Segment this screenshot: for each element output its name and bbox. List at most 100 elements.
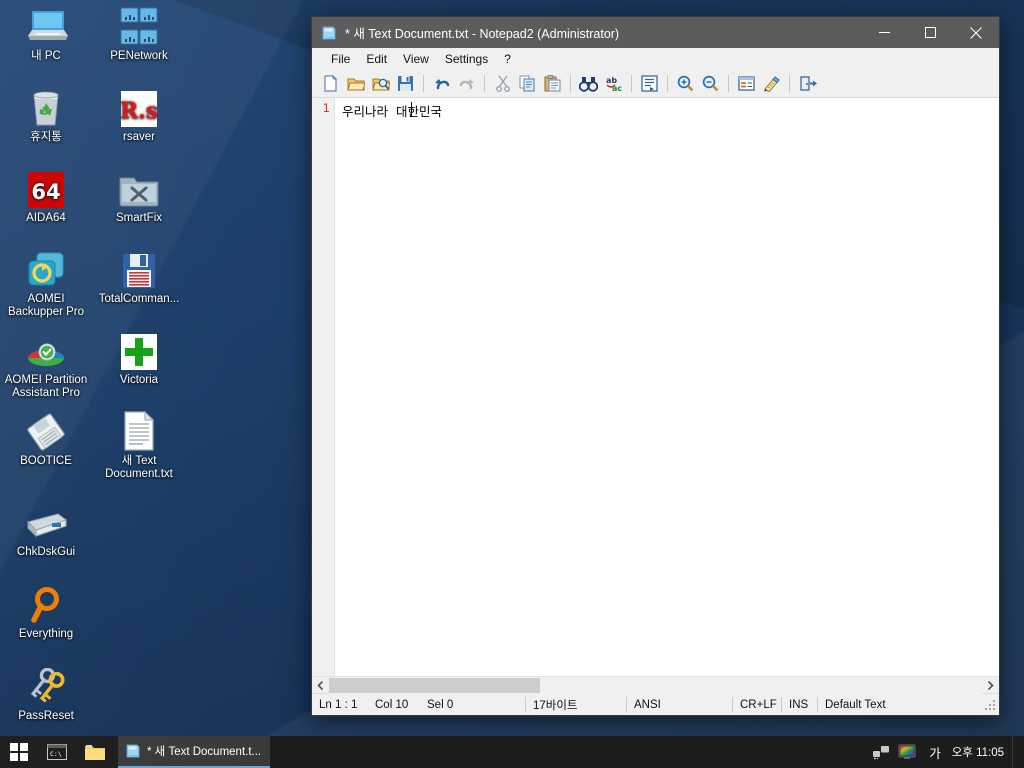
svg-text:R.s: R.s bbox=[121, 98, 157, 124]
toolbar-separator bbox=[728, 75, 729, 92]
desktop-icon-label: TotalComman... bbox=[93, 293, 185, 306]
undo-icon[interactable] bbox=[429, 72, 454, 96]
zoom-in-icon[interactable] bbox=[673, 72, 698, 96]
line-number-gutter: 1 bbox=[312, 98, 335, 676]
maximize-button[interactable] bbox=[907, 17, 953, 48]
scrollbar-thumb[interactable] bbox=[329, 678, 540, 693]
taskbar-item-label: * 새 Text Document.t... bbox=[147, 743, 261, 759]
status-column: Col 10 bbox=[368, 694, 420, 715]
editor-area[interactable]: 1 우리나라 대한민국 bbox=[312, 98, 999, 676]
desktop-icon-aida64[interactable]: 64 AIDA64 bbox=[0, 166, 92, 225]
floppy-disk-icon bbox=[115, 247, 163, 289]
copy-icon[interactable] bbox=[515, 72, 540, 96]
minimize-button[interactable] bbox=[861, 17, 907, 48]
status-encoding[interactable]: ANSI bbox=[627, 694, 732, 715]
taskbar[interactable]: C:\ * 새 Text Document.t... bbox=[0, 736, 1024, 768]
status-selection: Sel 0 bbox=[420, 694, 525, 715]
desktop-icon-label: SmartFix bbox=[93, 212, 185, 225]
taskbar-item-notepad2[interactable]: * 새 Text Document.t... bbox=[118, 736, 270, 768]
scrollbar-track[interactable] bbox=[329, 677, 982, 694]
block-indent-icon[interactable] bbox=[637, 72, 662, 96]
aida64-icon: 64 bbox=[22, 166, 70, 208]
menu-help[interactable]: ? bbox=[496, 50, 519, 68]
desktop-icon-label: BOOTICE bbox=[0, 455, 92, 468]
close-button[interactable] bbox=[953, 17, 999, 48]
desktop-icon-total-commander[interactable]: TotalComman... bbox=[93, 247, 185, 306]
desktop[interactable]: 내 PC bbox=[0, 0, 1024, 768]
network-nodes-icon bbox=[115, 4, 163, 46]
desktop-icon-recycle-bin[interactable]: 휴지통 bbox=[0, 85, 92, 144]
aomei-backupper-icon bbox=[22, 247, 70, 289]
status-line-endings[interactable]: CR+LF bbox=[733, 694, 781, 715]
system-tray[interactable]: 가 오후 11:05 bbox=[868, 736, 1024, 768]
desktop-icon-label: rsaver bbox=[93, 131, 185, 144]
ime-indicator[interactable]: 가 bbox=[920, 743, 950, 762]
save-icon[interactable] bbox=[393, 72, 418, 96]
recycle-bin-icon bbox=[22, 85, 70, 127]
desktop-icon-everything[interactable]: Everything bbox=[0, 582, 92, 641]
toolbar[interactable]: abac bbox=[312, 70, 999, 98]
menu-file[interactable]: File bbox=[323, 50, 358, 68]
command-prompt-icon[interactable]: C:\ bbox=[38, 736, 76, 768]
rsaver-icon: R.s bbox=[115, 85, 163, 127]
desktop-icon-aomei-partition[interactable]: AOMEI Partition Assistant Pro bbox=[0, 328, 92, 400]
cut-scissors-icon[interactable] bbox=[490, 72, 515, 96]
desktop-icon-label: AOMEI Partition Assistant Pro bbox=[0, 374, 92, 400]
start-button[interactable] bbox=[0, 736, 38, 768]
new-file-icon[interactable] bbox=[318, 72, 343, 96]
orange-magnifier-icon bbox=[22, 582, 70, 624]
editor-text[interactable]: 우리나라 대한민국 bbox=[342, 101, 442, 120]
display-color-icon[interactable] bbox=[894, 736, 920, 768]
open-folder-icon[interactable] bbox=[343, 72, 368, 96]
desktop-icon-chkdskgui[interactable]: ChkDskGui bbox=[0, 500, 92, 559]
desktop-icon-label: AOMEI Backupper Pro bbox=[0, 293, 92, 319]
show-desktop-button[interactable] bbox=[1012, 736, 1018, 768]
bootice-diamond-icon bbox=[22, 409, 70, 451]
window-titlebar[interactable]: * 새 Text Document.txt - Notepad2 (Admini… bbox=[312, 17, 999, 48]
chkdsk-drive-icon bbox=[22, 500, 70, 542]
desktop-icon-rsaver[interactable]: R.s rsaver bbox=[93, 85, 185, 144]
find-binoculars-icon[interactable] bbox=[576, 72, 601, 96]
desktop-icon-my-pc[interactable]: 내 PC bbox=[0, 4, 92, 63]
desktop-icon-new-text-document[interactable]: 새 Text Document.txt bbox=[93, 409, 185, 481]
desktop-icon-smartfix[interactable]: SmartFix bbox=[93, 166, 185, 225]
toolbar-separator bbox=[667, 75, 668, 92]
zoom-out-icon[interactable] bbox=[698, 72, 723, 96]
desktop-icon-victoria[interactable]: Victoria bbox=[93, 328, 185, 387]
menu-edit[interactable]: Edit bbox=[358, 50, 395, 68]
paste-icon[interactable] bbox=[540, 72, 565, 96]
desktop-icon-bootice[interactable]: BOOTICE bbox=[0, 409, 92, 468]
scheme-window-icon[interactable] bbox=[734, 72, 759, 96]
toolbar-separator bbox=[789, 75, 790, 92]
desktop-icon-passreset[interactable]: PassReset bbox=[0, 664, 92, 723]
desktop-icon-aomei-backupper[interactable]: AOMEI Backupper Pro bbox=[0, 247, 92, 319]
replace-abc-icon[interactable]: abac bbox=[601, 72, 626, 96]
keys-icon bbox=[22, 664, 70, 706]
browse-file-icon[interactable] bbox=[368, 72, 393, 96]
menu-view[interactable]: View bbox=[395, 50, 437, 68]
notepad2-window[interactable]: * 새 Text Document.txt - Notepad2 (Admini… bbox=[311, 16, 1000, 716]
menubar[interactable]: File Edit View Settings ? bbox=[312, 48, 999, 70]
desktop-icon-penetwork[interactable]: PENetwork bbox=[93, 4, 185, 63]
horizontal-scrollbar[interactable] bbox=[312, 676, 999, 693]
status-scheme[interactable]: Default Text bbox=[818, 694, 983, 715]
menu-settings[interactable]: Settings bbox=[437, 50, 496, 68]
scroll-right-arrow[interactable] bbox=[982, 677, 999, 694]
toolbar-separator bbox=[484, 75, 485, 92]
status-insert-mode[interactable]: INS bbox=[782, 694, 817, 715]
network-icon[interactable] bbox=[868, 736, 894, 768]
desktop-icon-label: PassReset bbox=[0, 710, 92, 723]
status-bytes: 17바이트 bbox=[526, 694, 626, 715]
scheme-options-icon[interactable] bbox=[759, 72, 784, 96]
resize-grip[interactable] bbox=[983, 698, 997, 712]
green-cross-icon bbox=[115, 328, 163, 370]
redo-icon[interactable] bbox=[454, 72, 479, 96]
scroll-left-arrow[interactable] bbox=[312, 677, 329, 694]
exit-door-icon[interactable] bbox=[795, 72, 820, 96]
text-caret bbox=[411, 102, 412, 117]
taskbar-clock[interactable]: 오후 11:05 bbox=[950, 744, 1012, 760]
file-explorer-icon[interactable] bbox=[76, 736, 114, 768]
statusbar: Ln 1 : 1 Col 10 Sel 0 17바이트 ANSI CR+LF I… bbox=[312, 693, 999, 715]
toolbar-separator bbox=[631, 75, 632, 92]
desktop-icon-label: Everything bbox=[0, 628, 92, 641]
